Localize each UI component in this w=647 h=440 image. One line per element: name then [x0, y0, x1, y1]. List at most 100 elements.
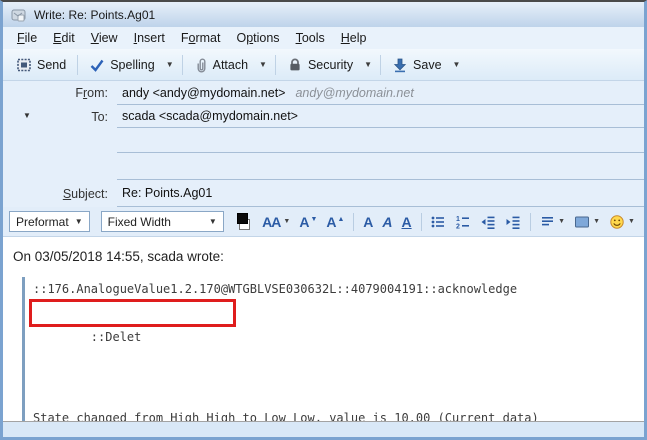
menu-insert[interactable]: Insert	[126, 29, 173, 47]
blue-square-icon	[574, 215, 590, 229]
menu-label-part: F	[181, 31, 189, 45]
security-dropdown-caret[interactable]: ▼	[360, 56, 376, 73]
align-text-icon	[540, 214, 555, 229]
menu-label-part: elp	[350, 31, 367, 45]
empty-address-field[interactable]	[117, 153, 644, 180]
spelling-button[interactable]: Spelling	[82, 53, 161, 77]
quoted-line: State changed from High High to Low Low,…	[33, 406, 644, 421]
numbered-list-icon: 1 2	[455, 214, 471, 230]
insert-object-button[interactable]: ▼	[571, 213, 603, 231]
quoted-line-text: ::Delet	[91, 330, 142, 344]
menu-label-part: ile	[25, 31, 38, 45]
font-size-icon: AA	[262, 215, 280, 229]
from-field[interactable]: andy <andy@mydomain.net> andy@mydomain.n…	[117, 81, 644, 105]
menu-label-part: tions	[253, 31, 279, 45]
italic-icon: A	[382, 215, 392, 229]
chevron-down-icon: ▼	[75, 217, 83, 226]
paragraph-style-select[interactable]: Preformat ▼	[9, 211, 90, 232]
outdent-button[interactable]	[477, 212, 499, 232]
menu-help[interactable]: Help	[333, 29, 375, 47]
menu-label-part: nsert	[137, 31, 165, 45]
chevron-down-icon: ▼	[283, 218, 290, 225]
menu-file[interactable]: File	[9, 29, 45, 47]
alignment-button[interactable]: ▼	[537, 212, 568, 231]
send-icon	[16, 57, 32, 73]
attach-button[interactable]: Attach	[187, 53, 255, 77]
menu-label-mnemonic: E	[53, 31, 61, 45]
empty-address-field[interactable]	[117, 128, 644, 153]
quoted-line: ::176.AnalogueValue1.2.170@WTGBLVSE03063…	[33, 277, 644, 301]
bold-button[interactable]: A	[360, 213, 376, 231]
quoted-line-highlighted: ::Delet	[33, 301, 644, 397]
bullet-list-button[interactable]	[427, 212, 449, 232]
chevron-down-icon: ▼	[558, 218, 565, 225]
save-label: Save	[413, 58, 442, 72]
numbered-list-button[interactable]: 1 2	[452, 212, 474, 232]
indent-button[interactable]	[502, 212, 524, 232]
message-body-editor[interactable]: On 03/05/2018 14:55, scada wrote: ::176.…	[3, 237, 644, 421]
title-bar: Write: Re: Points.Ag01	[3, 2, 644, 27]
menu-label-part: iew	[99, 31, 118, 45]
label-mnemonic: S	[63, 187, 71, 201]
window-title: Write: Re: Points.Ag01	[34, 8, 155, 22]
chevron-down-icon: ▼	[209, 217, 217, 226]
save-arrow-icon	[392, 57, 408, 73]
smiley-icon	[609, 214, 625, 230]
spellcheck-icon	[89, 57, 105, 73]
status-bar	[3, 421, 644, 437]
to-row: ▼ To: scada <scada@mydomain.net>	[3, 105, 644, 128]
font-select[interactable]: Fixed Width ▼	[101, 211, 224, 232]
triangle-down-icon: ▼	[310, 216, 317, 223]
compose-window: Write: Re: Points.Ag01 File Edit View In…	[0, 0, 647, 440]
subject-field[interactable]: Re: Points.Ag01	[117, 180, 644, 207]
save-dropdown-caret[interactable]: ▼	[449, 56, 465, 73]
empty-address-row	[3, 153, 644, 180]
subject-row: Subject: Re: Points.Ag01	[3, 180, 644, 207]
menu-edit[interactable]: Edit	[45, 29, 83, 47]
underline-button[interactable]: A	[398, 213, 414, 231]
smaller-font-button[interactable]: A ▼	[296, 213, 320, 231]
toolbar-separator	[77, 55, 78, 75]
menu-options[interactable]: Options	[228, 29, 287, 47]
red-annotation-box	[29, 299, 236, 327]
chevron-down-icon: ▼	[628, 218, 635, 225]
reply-attribution-line: On 03/05/2018 14:55, scada wrote:	[13, 249, 644, 264]
smiley-button[interactable]: ▼	[606, 212, 638, 232]
spelling-dropdown-caret[interactable]: ▼	[162, 56, 178, 73]
save-button[interactable]: Save	[385, 53, 449, 77]
label-part: F	[75, 86, 83, 100]
lock-icon	[287, 57, 303, 73]
font-size-button[interactable]: AA ▼	[259, 213, 293, 231]
italic-button[interactable]: A	[379, 213, 395, 231]
menu-label-part: ools	[302, 31, 325, 45]
send-button[interactable]: Send	[9, 53, 73, 77]
menu-label-part: dit	[62, 31, 75, 45]
spelling-label: Spelling	[110, 58, 154, 72]
toolbar-separator	[380, 55, 381, 75]
text-color-picker[interactable]	[237, 213, 250, 230]
font-value: Fixed Width	[108, 215, 171, 229]
smaller-font-icon: A	[299, 215, 309, 229]
menu-label-part: rmat	[195, 31, 220, 45]
bold-icon: A	[363, 215, 373, 229]
attach-label: Attach	[213, 58, 248, 72]
from-identity-hint: andy@mydomain.net	[295, 86, 413, 100]
larger-font-icon: A	[326, 215, 336, 229]
to-field[interactable]: scada <scada@mydomain.net>	[117, 105, 644, 128]
larger-font-button[interactable]: A ▲	[323, 213, 347, 231]
menu-view[interactable]: View	[83, 29, 126, 47]
from-address: andy <andy@mydomain.net>	[122, 86, 285, 100]
toolbar-separator	[530, 213, 531, 231]
attach-dropdown-caret[interactable]: ▼	[255, 56, 271, 73]
from-row: From: andy <andy@mydomain.net> andy@mydo…	[3, 81, 644, 105]
toolbar-separator	[182, 55, 183, 75]
toolbar-separator	[421, 213, 422, 231]
indent-icon	[505, 214, 521, 230]
address-type-dropdown[interactable]: ▼	[17, 109, 37, 122]
quoted-blank-line	[33, 397, 644, 406]
paragraph-style-value: Preformat	[16, 215, 69, 229]
security-button[interactable]: Security	[280, 53, 360, 77]
menu-tools[interactable]: Tools	[288, 29, 333, 47]
label-part: ubject:	[71, 187, 108, 201]
menu-format[interactable]: Format	[173, 29, 229, 47]
